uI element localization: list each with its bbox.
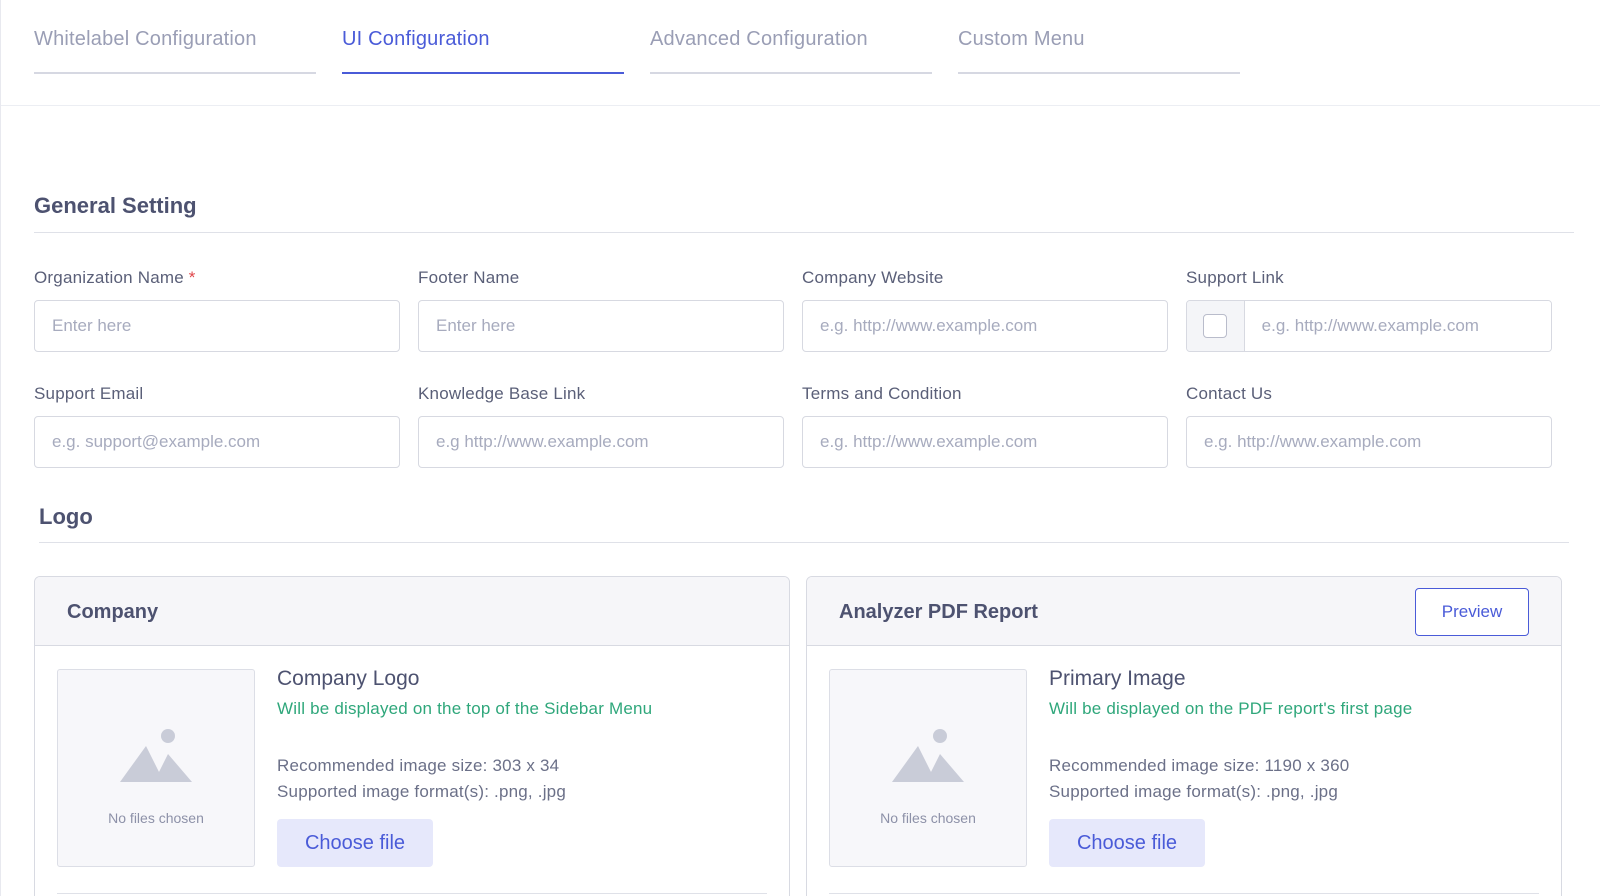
required-mark: * xyxy=(188,268,196,287)
terms-and-condition-input[interactable] xyxy=(802,416,1168,468)
organization-name-label: Organization Name * xyxy=(34,268,196,287)
company-logo-choose-file-button[interactable]: Choose file xyxy=(277,819,433,867)
company-card-title: Company xyxy=(67,601,159,623)
footer-name-label: Footer Name xyxy=(418,268,520,287)
no-files-chosen-text: No files chosen xyxy=(880,810,976,826)
company-card-divider xyxy=(57,893,767,894)
pdf-card-divider xyxy=(829,893,1539,894)
pdf-card-title: Analyzer PDF Report xyxy=(839,601,1038,623)
primary-image-info: Primary Image Will be displayed on the P… xyxy=(1049,667,1412,805)
knowledge-base-link-input[interactable] xyxy=(418,416,784,468)
terms-and-condition-field: Terms and Condition xyxy=(802,384,1168,468)
company-logo-dropzone[interactable]: No files chosen xyxy=(57,669,255,867)
tab-underline xyxy=(650,72,932,74)
primary-image-format-hint: Supported image format(s): .png, .jpg xyxy=(1049,782,1338,801)
support-link-checkbox-addon xyxy=(1187,301,1245,351)
footer-name-input[interactable] xyxy=(418,300,784,352)
primary-image-description: Will be displayed on the PDF report's fi… xyxy=(1049,699,1413,718)
support-link-input-group xyxy=(1186,300,1552,352)
support-link-input[interactable] xyxy=(1244,301,1551,351)
company-card-header: Company xyxy=(35,577,789,646)
general-setting-title: General Setting xyxy=(34,193,197,218)
general-setting-divider xyxy=(34,232,1574,233)
tab-custom-menu[interactable]: Custom Menu xyxy=(958,28,1240,74)
tab-label: Custom Menu xyxy=(958,28,1085,50)
tab-underline xyxy=(34,72,316,74)
company-logo-card: Company No files chosen Company Logo Wil… xyxy=(34,576,790,896)
tab-underline xyxy=(958,72,1240,74)
config-tabs: Whitelabel Configuration UI Configuratio… xyxy=(1,0,1600,106)
tab-whitelabel-configuration[interactable]: Whitelabel Configuration xyxy=(34,28,316,74)
support-link-field: Support Link xyxy=(1186,268,1552,352)
tab-label: Whitelabel Configuration xyxy=(34,28,257,50)
primary-image-size-hint: Recommended image size: 1190 x 360 xyxy=(1049,756,1350,775)
support-link-checkbox[interactable] xyxy=(1203,314,1228,338)
company-logo-size-hint: Recommended image size: 303 x 34 xyxy=(277,756,560,775)
image-placeholder-icon xyxy=(892,729,964,782)
knowledge-base-link-field: Knowledge Base Link xyxy=(418,384,784,468)
organization-name-field: Organization Name * xyxy=(34,268,400,352)
tab-label: Advanced Configuration xyxy=(650,28,868,50)
tab-label: UI Configuration xyxy=(342,28,490,50)
contact-us-input[interactable] xyxy=(1186,416,1552,468)
contact-us-field: Contact Us xyxy=(1186,384,1552,468)
organization-name-input[interactable] xyxy=(34,300,400,352)
company-logo-format-hint: Supported image format(s): .png, .jpg xyxy=(277,782,566,801)
logo-section-divider xyxy=(39,542,1569,543)
footer-name-field: Footer Name xyxy=(418,268,784,352)
company-website-field: Company Website xyxy=(802,268,1168,352)
tab-underline-active xyxy=(342,72,624,74)
company-website-label: Company Website xyxy=(802,268,944,287)
company-logo-info: Company Logo Will be displayed on the to… xyxy=(277,667,652,805)
image-placeholder-icon xyxy=(120,729,192,782)
tab-ui-configuration[interactable]: UI Configuration xyxy=(342,28,624,74)
no-files-chosen-text: No files chosen xyxy=(108,810,204,826)
support-email-field: Support Email xyxy=(34,384,400,468)
support-email-label: Support Email xyxy=(34,384,144,403)
knowledge-base-link-label: Knowledge Base Link xyxy=(418,384,586,403)
support-link-label: Support Link xyxy=(1186,268,1284,287)
terms-and-condition-label: Terms and Condition xyxy=(802,384,962,403)
primary-image-dropzone[interactable]: No files chosen xyxy=(829,669,1027,867)
tab-advanced-configuration[interactable]: Advanced Configuration xyxy=(650,28,932,74)
primary-image-choose-file-button[interactable]: Choose file xyxy=(1049,819,1205,867)
company-logo-title: Company Logo xyxy=(277,667,420,690)
company-logo-description: Will be displayed on the top of the Side… xyxy=(277,699,653,718)
contact-us-label: Contact Us xyxy=(1186,384,1273,403)
preview-button[interactable]: Preview xyxy=(1415,588,1529,636)
logo-section-title: Logo xyxy=(39,504,93,529)
support-email-input[interactable] xyxy=(34,416,400,468)
primary-image-title: Primary Image xyxy=(1049,667,1186,690)
pdf-card-header: Analyzer PDF Report Preview xyxy=(807,577,1561,646)
company-website-input[interactable] xyxy=(802,300,1168,352)
ui-configuration-page: Whitelabel Configuration UI Configuratio… xyxy=(0,0,1600,896)
analyzer-pdf-report-card: Analyzer PDF Report Preview No files cho… xyxy=(806,576,1562,896)
